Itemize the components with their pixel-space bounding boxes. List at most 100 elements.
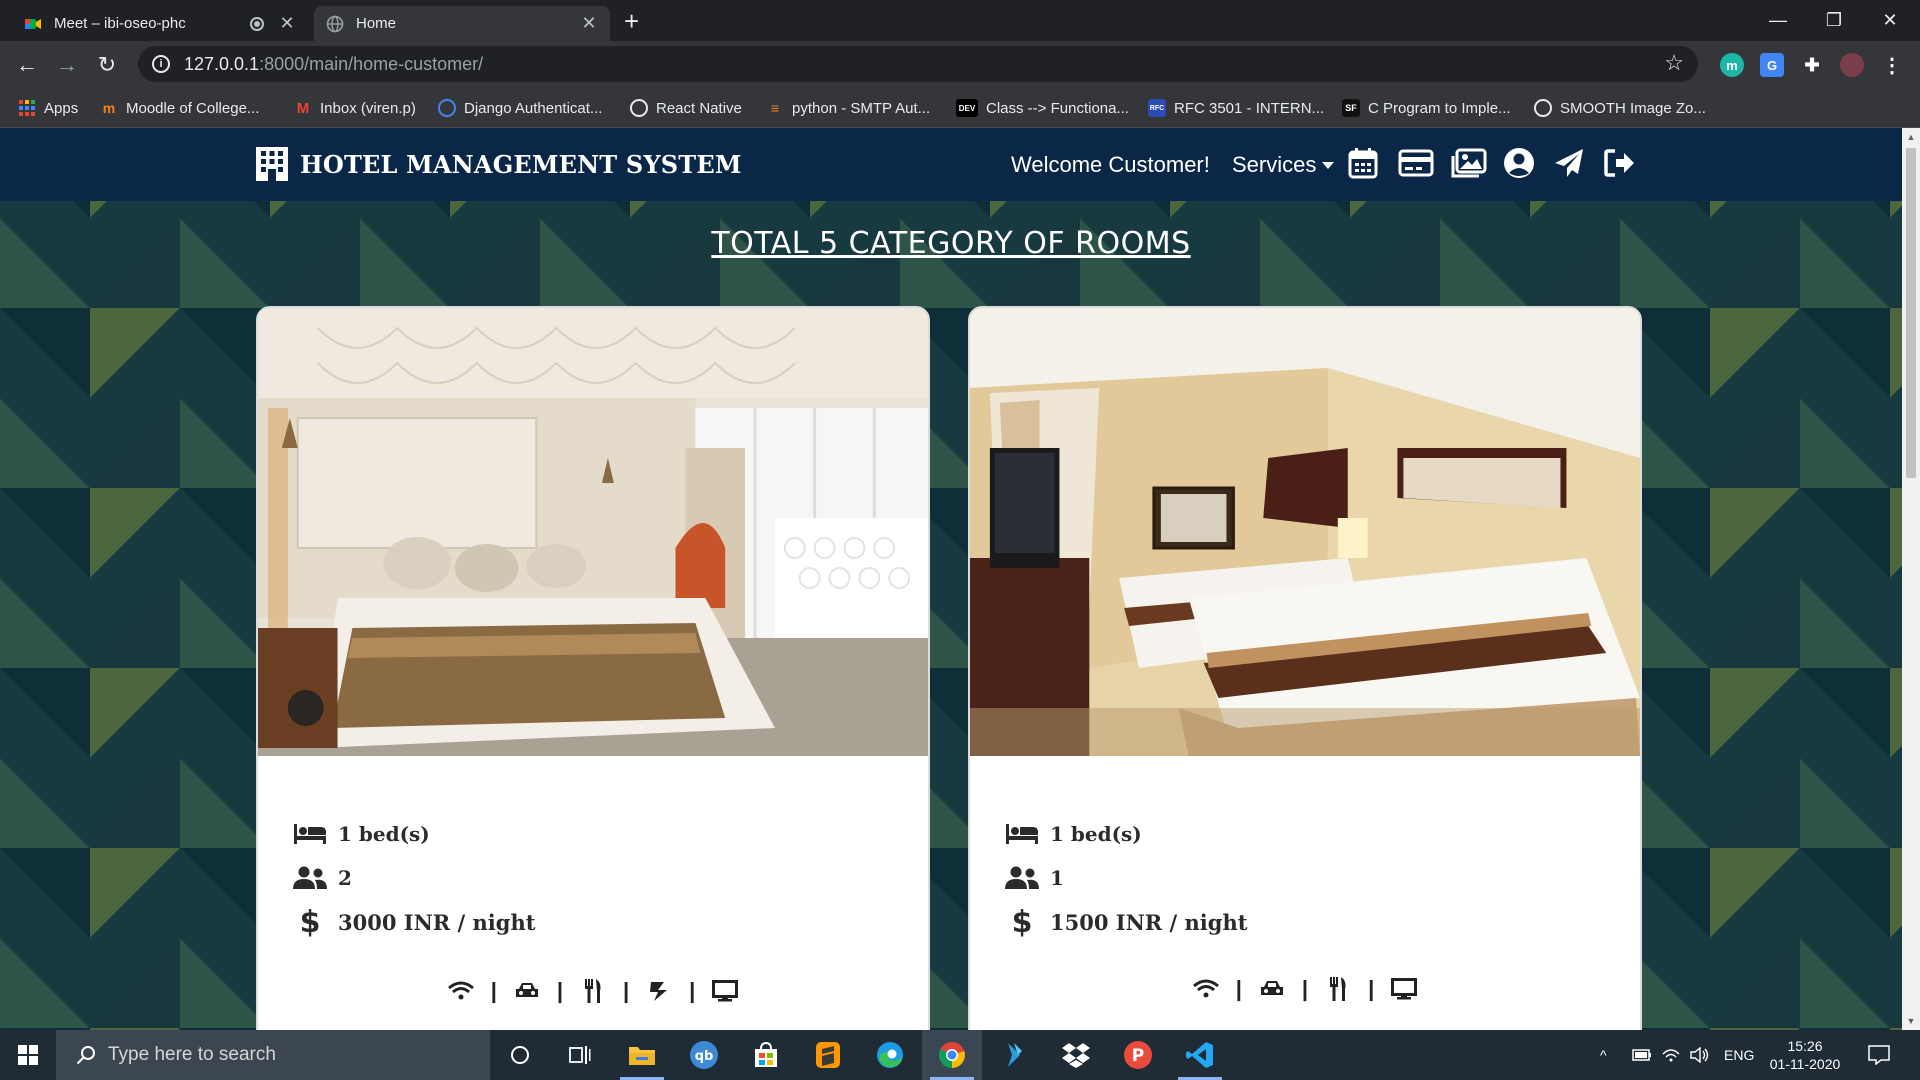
qbittorrent-icon[interactable]: qb (674, 1030, 734, 1080)
site-brand[interactable]: HOTEL MANAGEMENT SYSTEM (254, 146, 742, 182)
bookmark-c-program[interactable]: SF C Program to Imple... (1342, 97, 1511, 119)
site-info-icon[interactable]: i (152, 55, 170, 73)
vs-code-insiders-icon[interactable] (984, 1030, 1044, 1080)
microsoft-store-icon[interactable] (736, 1030, 796, 1080)
users-icon (292, 864, 328, 892)
bookmark-apps[interactable]: Apps (18, 97, 78, 119)
search-icon (76, 1046, 95, 1065)
beds-info: 1 bed(s) (292, 820, 430, 848)
dollar-icon: $ (1011, 904, 1033, 940)
bookmark-label: C Program to Imple... (1368, 99, 1511, 117)
user-circle-icon[interactable] (1502, 145, 1536, 181)
translate-extension-icon[interactable]: G (1760, 53, 1784, 77)
price-info: $ 1500 INR / night (1004, 904, 1248, 940)
search-placeholder: Type here to search (108, 1044, 276, 1065)
tab-title: Home (356, 15, 397, 32)
bookmark-react-native[interactable]: React Native (630, 97, 742, 119)
volume-icon[interactable] (1690, 1030, 1710, 1080)
language-indicator[interactable]: ENG (1724, 1030, 1754, 1080)
task-view-icon[interactable] (550, 1030, 610, 1080)
wifi-tray-icon[interactable] (1662, 1030, 1680, 1080)
bookmark-rfc-3501[interactable]: RFC RFC 3501 - INTERN... (1148, 97, 1324, 119)
notification-center-icon[interactable] (1868, 1030, 1890, 1080)
tab-home[interactable]: Home ✕ (314, 6, 610, 41)
edge-icon[interactable] (860, 1030, 920, 1080)
room-card[interactable]: 1 bed(s) 1 $ 1500 INR / night | | | (968, 306, 1642, 1030)
separator: | (490, 978, 497, 1003)
room-card[interactable]: 1 bed(s) 2 $ 3000 INR / night | | | | (256, 306, 930, 1030)
tab-meet[interactable]: Meet – ibi-oseo-phc ✕ (12, 6, 308, 41)
services-dropdown[interactable]: Services (1232, 147, 1335, 183)
sign-out-icon[interactable] (1602, 145, 1636, 181)
guests-value: 1 (1050, 866, 1064, 890)
battery-icon[interactable] (1632, 1030, 1652, 1080)
gallery-icon[interactable] (1449, 145, 1489, 181)
page-scrollbar[interactable]: ▲ ▼ (1902, 128, 1920, 1030)
calendar-icon[interactable] (1346, 145, 1380, 181)
globe-icon (438, 99, 456, 117)
spa-icon (645, 979, 673, 1003)
guests-info: 1 (1004, 864, 1064, 892)
postman-icon[interactable]: P (1108, 1030, 1168, 1080)
chrome-icon[interactable] (922, 1030, 982, 1080)
bookmark-label: python - SMTP Aut... (792, 99, 931, 117)
address-bar[interactable]: i 127.0.0.1:8000/main/home-customer/ ☆ (138, 46, 1698, 82)
bookmark-python-smtp[interactable]: ≡ python - SMTP Aut... (766, 97, 930, 119)
svg-text:qb: qb (695, 1049, 714, 1064)
new-tab-button[interactable]: + (624, 6, 639, 37)
profile-avatar[interactable] (1840, 53, 1864, 77)
clock-date: 01-11-2020 (1769, 1056, 1841, 1072)
windows-start-icon[interactable] (0, 1030, 56, 1080)
paper-plane-icon[interactable] (1552, 145, 1586, 181)
bookmark-label: RFC 3501 - INTERN... (1174, 99, 1325, 117)
tv-icon (1390, 977, 1418, 1001)
credit-card-icon[interactable] (1396, 145, 1436, 181)
bookmark-label: SMOOTH Image Zo... (1560, 99, 1706, 117)
close-window-icon[interactable]: ✕ (1862, 0, 1918, 41)
rfc-icon: RFC (1148, 99, 1166, 117)
forward-icon[interactable]: → (50, 48, 84, 82)
system-clock[interactable]: 15:26 01-11-2020 (1760, 1037, 1850, 1073)
caret-down-icon (1322, 161, 1335, 169)
bookmark-label: React Native (656, 99, 742, 117)
sublime-text-icon[interactable] (798, 1030, 858, 1080)
scroll-thumb[interactable] (1906, 148, 1916, 478)
taskbar-search-input[interactable]: Type here to search (56, 1030, 490, 1080)
restore-icon[interactable]: ❐ (1806, 0, 1862, 41)
bookmark-label: Django Authenticat... (464, 99, 603, 117)
dropbox-icon[interactable] (1046, 1030, 1106, 1080)
tv-icon (711, 979, 739, 1003)
users-icon (1004, 864, 1040, 892)
bookmark-label: Apps (44, 99, 79, 117)
bookmark-inbox[interactable]: M Inbox (viren.p) (294, 97, 416, 119)
bookmark-moodle[interactable]: m Moodle of College... (100, 97, 260, 119)
browser-toolbar: ← → ↻ i 127.0.0.1:8000/main/home-custome… (0, 41, 1920, 88)
car-icon (513, 979, 541, 1003)
bookmark-label: Moodle of College... (126, 99, 260, 117)
beds-info: 1 bed(s) (1004, 820, 1142, 848)
reload-icon[interactable]: ↻ (90, 48, 124, 82)
close-tab-icon[interactable]: ✕ (278, 13, 296, 34)
svg-text:P: P (1132, 1046, 1144, 1066)
show-hidden-icons[interactable]: ^ (1600, 1030, 1607, 1080)
bookmark-django[interactable]: Django Authenticat... (438, 97, 602, 119)
url-path: :8000/main/home-customer/ (259, 53, 484, 74)
scroll-down-icon[interactable]: ▼ (1906, 1016, 1916, 1026)
menu-dots-icon[interactable]: ⋮ (1880, 53, 1904, 77)
extensions-puzzle-icon[interactable]: ✚ (1800, 53, 1824, 77)
bookmark-smooth-image[interactable]: SMOOTH Image Zo... (1534, 97, 1706, 119)
price-info: $ 3000 INR / night (292, 905, 536, 940)
file-explorer-icon[interactable] (612, 1030, 672, 1080)
guests-info: 2 (292, 864, 352, 892)
close-tab-icon[interactable]: ✕ (580, 13, 598, 34)
back-icon[interactable]: ← (10, 48, 44, 82)
scroll-up-icon[interactable]: ▲ (1906, 132, 1916, 142)
bookmark-class-functional[interactable]: DEV Class --> Functiona... (956, 97, 1129, 119)
vs-code-icon[interactable] (1170, 1030, 1230, 1080)
bookmark-star-icon[interactable]: ☆ (1664, 50, 1684, 76)
minimize-icon[interactable]: — (1750, 0, 1806, 41)
cortana-icon[interactable] (490, 1030, 550, 1080)
stackoverflow-icon: ≡ (770, 100, 780, 116)
extension-m-icon[interactable]: m (1720, 53, 1744, 77)
wifi-icon (1192, 977, 1220, 1001)
